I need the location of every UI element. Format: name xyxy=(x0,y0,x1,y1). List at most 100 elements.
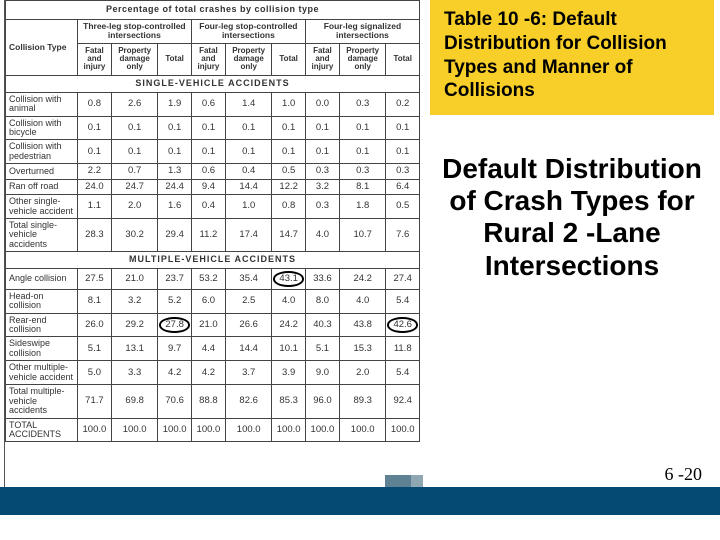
cell: 10.7 xyxy=(339,219,385,252)
cell: 3.2 xyxy=(111,289,157,313)
cell: 0.1 xyxy=(225,116,271,140)
cell: 0.1 xyxy=(111,116,157,140)
cell: 35.4 xyxy=(225,269,271,290)
cell: 0.3 xyxy=(305,164,339,179)
cell: 15.3 xyxy=(339,337,385,361)
cell: 0.3 xyxy=(386,164,420,179)
cell: 82.6 xyxy=(225,385,271,418)
cell: 23.7 xyxy=(158,269,192,290)
cell: Overturned xyxy=(6,164,78,179)
cell: 11.8 xyxy=(386,337,420,361)
cell: 0.4 xyxy=(191,195,225,219)
cell: 5.1 xyxy=(77,337,111,361)
cell: Property damage only xyxy=(339,43,385,75)
cell: 33.6 xyxy=(305,269,339,290)
cell: 8.1 xyxy=(339,179,385,194)
footer-band xyxy=(0,487,720,515)
cell: 3.3 xyxy=(111,361,157,385)
cell: 27.8 xyxy=(158,313,192,337)
cell: 40.3 xyxy=(305,313,339,337)
cell: Collision with animal xyxy=(6,92,78,116)
cell: Other multiple-vehicle accident xyxy=(6,361,78,385)
cell: 0.3 xyxy=(339,164,385,179)
cell: 0.1 xyxy=(225,140,271,164)
cell: 0.6 xyxy=(191,164,225,179)
cell: 85.3 xyxy=(272,385,306,418)
cell: 43.8 xyxy=(339,313,385,337)
cell: Total xyxy=(272,43,306,75)
cell: Property damage only xyxy=(225,43,271,75)
cell: 0.1 xyxy=(272,140,306,164)
cell: 1.6 xyxy=(158,195,192,219)
cell: 0.1 xyxy=(158,116,192,140)
cell: 1.8 xyxy=(339,195,385,219)
cell: 17.4 xyxy=(225,219,271,252)
cell: 29.2 xyxy=(111,313,157,337)
cell: 88.8 xyxy=(191,385,225,418)
cell: 5.0 xyxy=(77,361,111,385)
table-caption-box: Table 10 -6: Default Distribution for Co… xyxy=(430,0,714,115)
cell: 0.2 xyxy=(386,92,420,116)
cell: 100.0 xyxy=(339,418,385,442)
cell: 0.5 xyxy=(386,195,420,219)
cell: 0.3 xyxy=(305,195,339,219)
cell: 2.2 xyxy=(77,164,111,179)
cell: 27.5 xyxy=(77,269,111,290)
cell: 2.0 xyxy=(339,361,385,385)
cell: 24.7 xyxy=(111,179,157,194)
cell: 0.1 xyxy=(191,140,225,164)
cell: 24.4 xyxy=(158,179,192,194)
cell: 3.2 xyxy=(305,179,339,194)
footer-accent-block-2 xyxy=(411,475,423,487)
cell: Collision Type xyxy=(6,19,78,75)
cell: Fatal and injury xyxy=(191,43,225,75)
cell: 70.6 xyxy=(158,385,192,418)
cell: 5.1 xyxy=(305,337,339,361)
cell: 0.4 xyxy=(225,164,271,179)
cell: Three-leg stop-controlled intersections xyxy=(77,19,191,43)
cell: 100.0 xyxy=(272,418,306,442)
cell: Total multiple-vehicle accidents xyxy=(6,385,78,418)
cell: Head-on collision xyxy=(6,289,78,313)
cell: 30.2 xyxy=(111,219,157,252)
cell: Collision with bicycle xyxy=(6,116,78,140)
cell: 0.1 xyxy=(77,116,111,140)
cell: 4.2 xyxy=(191,361,225,385)
cell: 53.2 xyxy=(191,269,225,290)
cell: 0.8 xyxy=(272,195,306,219)
table-caption: Table 10 -6: Default Distribution for Co… xyxy=(444,8,704,103)
cell: Collision with pedestrian xyxy=(6,140,78,164)
cell: Total xyxy=(386,43,420,75)
cell: 1.0 xyxy=(225,195,271,219)
cell: Fatal and injury xyxy=(77,43,111,75)
cell: 5.2 xyxy=(158,289,192,313)
cell: 100.0 xyxy=(225,418,271,442)
cell: 0.0 xyxy=(305,92,339,116)
cell: 0.1 xyxy=(386,140,420,164)
cell: 3.9 xyxy=(272,361,306,385)
cell: 9.7 xyxy=(158,337,192,361)
cell: 2.5 xyxy=(225,289,271,313)
cell: Total xyxy=(158,43,192,75)
cell: 14.4 xyxy=(225,337,271,361)
cell: 0.8 xyxy=(77,92,111,116)
cell: 0.6 xyxy=(191,92,225,116)
cell: 100.0 xyxy=(77,418,111,442)
cell: 0.3 xyxy=(339,92,385,116)
cell: Angle collision xyxy=(6,269,78,290)
cell: Four-leg signalized intersections xyxy=(305,19,419,43)
cell: 0.1 xyxy=(158,140,192,164)
data-table-container: Percentage of total crashes by collision… xyxy=(4,0,420,505)
cell: Percentage of total crashes by collision… xyxy=(6,1,420,20)
cell: 71.7 xyxy=(77,385,111,418)
cell: Four-leg stop-controlled intersections xyxy=(191,19,305,43)
cell: SINGLE-VEHICLE ACCIDENTS xyxy=(6,75,420,92)
cell: 4.0 xyxy=(305,219,339,252)
cell: Fatal and injury xyxy=(305,43,339,75)
cell: 0.1 xyxy=(191,116,225,140)
cell: 1.3 xyxy=(158,164,192,179)
cell: 1.0 xyxy=(272,92,306,116)
cell: 24.2 xyxy=(272,313,306,337)
cell: 100.0 xyxy=(191,418,225,442)
cell: 8.1 xyxy=(77,289,111,313)
